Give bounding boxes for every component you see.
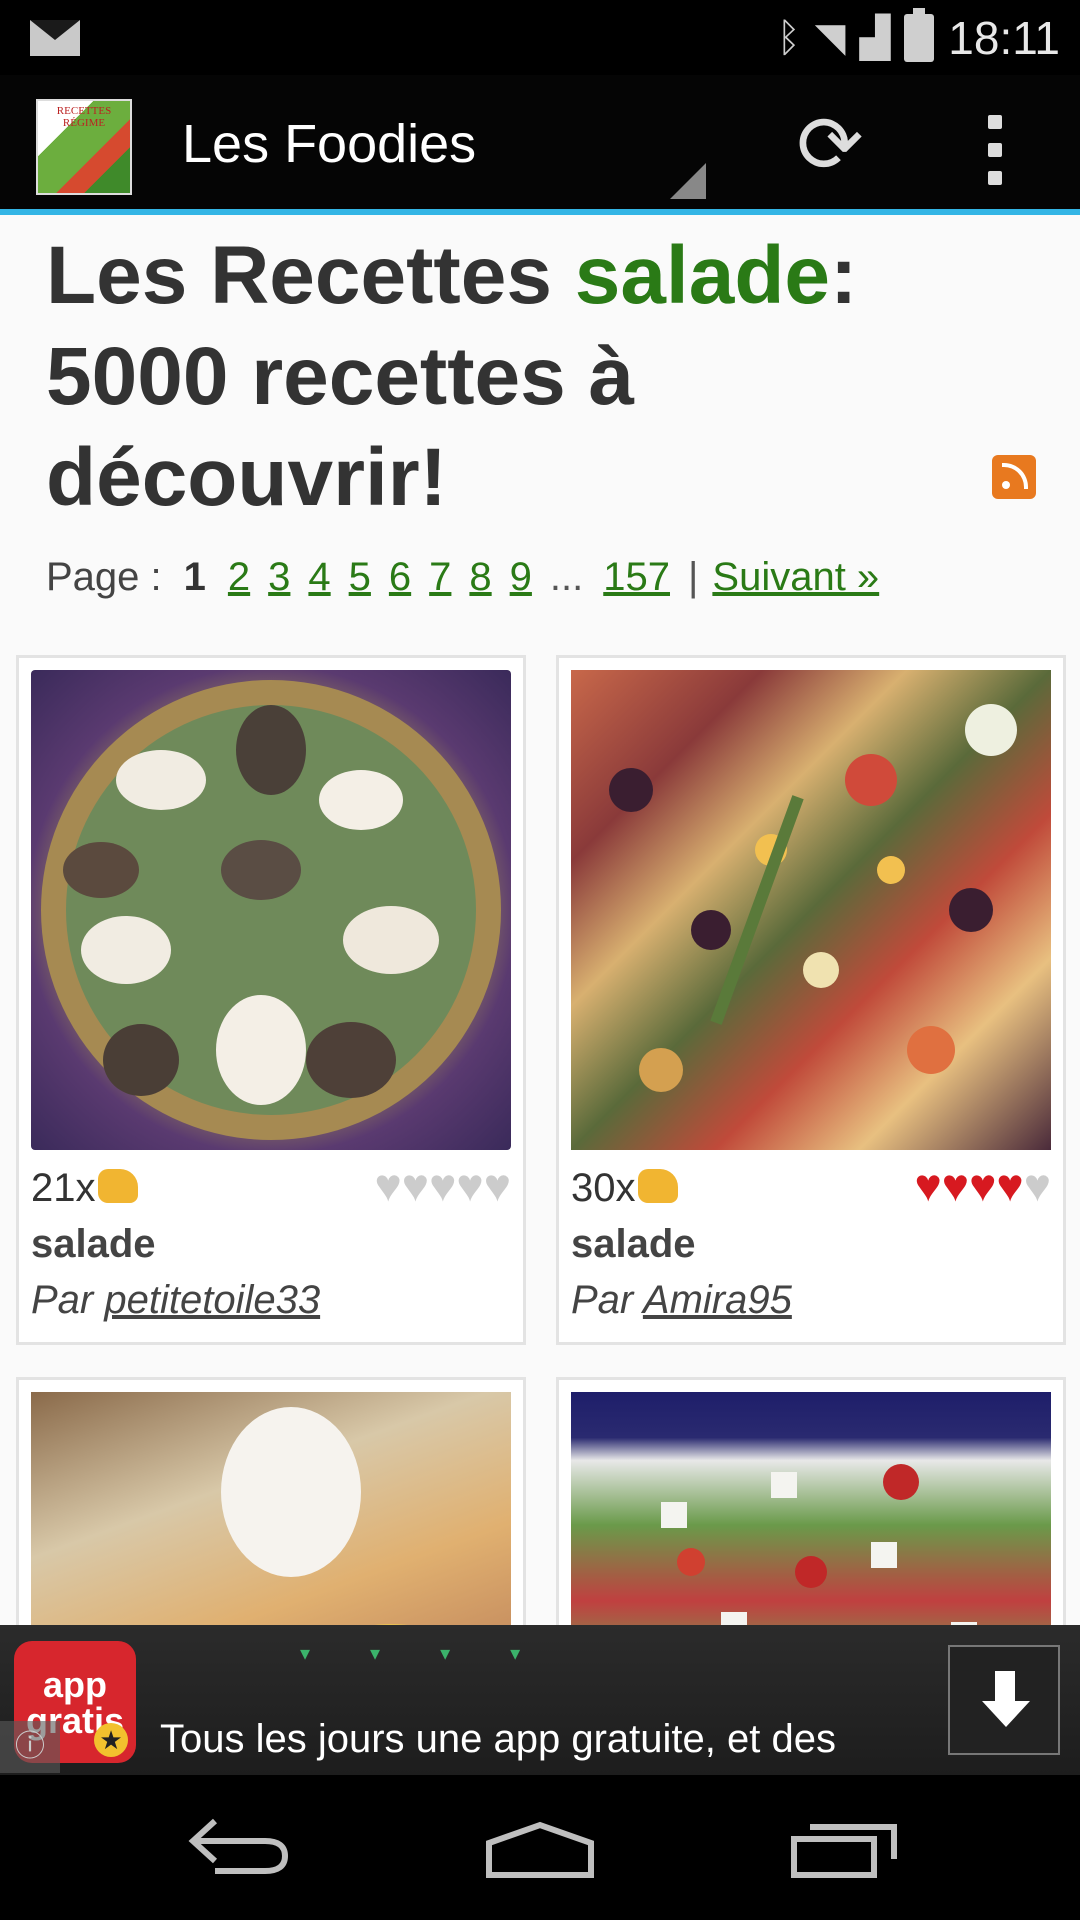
back-icon[interactable] [185, 1811, 295, 1892]
app-logo[interactable]: RECETTES RÉGIME [36, 99, 132, 195]
heart-icon: ♥ [429, 1159, 457, 1211]
clock: 18:11 [948, 12, 1060, 64]
star-icon: ★ [94, 1723, 128, 1757]
rss-feed-icon[interactable] [992, 455, 1036, 499]
author-link[interactable]: Amira95 [643, 1278, 792, 1322]
pager-label: Page : [46, 555, 162, 599]
recipe-photo[interactable] [31, 670, 511, 1150]
gmail-notification-icon [30, 20, 80, 56]
status-bar: ᛒ ◥ ▟ 18:11 [0, 0, 1080, 75]
egg-illustration [221, 1407, 408, 1625]
vote-count-text: 21x [31, 1166, 96, 1210]
author-prefix: Par [31, 1278, 94, 1322]
headline-part1: Les Recettes [46, 230, 575, 321]
heart-icon: ♥ [401, 1159, 430, 1211]
battery-icon [904, 8, 935, 62]
heart-icon: ♥ [1023, 1159, 1051, 1211]
salad-illustration [41, 680, 501, 1140]
recipe-title[interactable]: salade [31, 1222, 156, 1267]
thumbs-up-icon [97, 1169, 138, 1203]
recipe-author: Par petitetoile33 [31, 1278, 320, 1323]
headline-accent: salade [574, 230, 831, 321]
recents-icon[interactable] [790, 1819, 900, 1879]
web-content[interactable]: Les Recettes salade: 5000 recettes à déc… [0, 215, 1080, 1625]
pager-link[interactable]: 4 [308, 555, 330, 600]
recipe-card[interactable] [16, 1377, 526, 1625]
signal-icon: ▟ [859, 16, 891, 60]
refresh-icon[interactable]: ⟳ [790, 105, 870, 185]
pager-link[interactable]: 8 [469, 555, 491, 600]
pager-next-link[interactable]: Suivant » [712, 555, 879, 600]
salad-illustration [609, 704, 1017, 1092]
overflow-menu-icon[interactable] [985, 115, 1005, 185]
pager-link[interactable]: 7 [429, 555, 451, 600]
author-prefix: Par [571, 1278, 634, 1322]
app-title[interactable]: Les Foodies [182, 113, 476, 175]
ad-text[interactable]: Tous les jours une app gratuite, et des [160, 1717, 836, 1762]
pager-separator: | [688, 555, 699, 599]
ad-decoration: ▾▾▾▾ [300, 1643, 581, 1665]
page-title: Les Recettes salade: 5000 recettes à déc… [46, 225, 946, 528]
salad-illustration [661, 1464, 977, 1625]
author-link[interactable]: petitetoile33 [104, 1278, 320, 1322]
vote-count-text: 30x [571, 1166, 636, 1210]
heart-icon: ♥ [483, 1159, 511, 1211]
home-icon[interactable] [485, 1819, 595, 1879]
recipe-photo[interactable] [571, 1392, 1051, 1625]
pager-current: 1 [183, 555, 206, 599]
recipe-photo[interactable] [571, 670, 1051, 1150]
recipe-title[interactable]: salade [571, 1222, 696, 1267]
heart-icon: ♥ [969, 1159, 997, 1211]
recipe-card[interactable] [556, 1377, 1066, 1625]
pagination: Page : 1 2 3 4 5 6 7 8 9 ... 157 | Suiva… [46, 555, 897, 600]
status-icons: ᛒ ◥ ▟ 18:11 [777, 8, 1060, 68]
vote-count: 30x [571, 1166, 678, 1211]
heart-icon: ♥ [996, 1159, 1024, 1211]
pager-link[interactable]: 3 [268, 555, 290, 600]
download-button[interactable] [948, 1645, 1060, 1755]
recipe-card[interactable]: 21x ♥ ♥ ♥ ♥ ♥ salade Par petitetoile33 [16, 655, 526, 1345]
pager-link[interactable]: 6 [389, 555, 411, 600]
pager-link[interactable]: 9 [510, 555, 532, 600]
recipe-author: Par Amira95 [571, 1278, 792, 1323]
spinner-dropdown-indicator[interactable] [670, 163, 706, 199]
rating-hearts: ♥ ♥ ♥ ♥ ♥ [374, 1160, 511, 1210]
vote-count: 21x [31, 1166, 138, 1211]
heart-icon: ♥ [374, 1159, 402, 1211]
wifi-icon: ◥ [814, 16, 846, 60]
pager-link[interactable]: 5 [349, 555, 371, 600]
ad-banner[interactable]: app gratis ★ ⓘ ▾▾▾▾ Tous les jours une a… [0, 1625, 1080, 1775]
recipe-card[interactable]: 30x ♥ ♥ ♥ ♥ ♥ salade Par Amira95 [556, 655, 1066, 1345]
navigation-bar [0, 1775, 1080, 1920]
rating-hearts: ♥ ♥ ♥ ♥ ♥ [914, 1160, 1051, 1210]
logo-text: RECETTES RÉGIME [56, 105, 112, 129]
thumbs-up-icon [637, 1169, 678, 1203]
pager-link[interactable]: 2 [228, 555, 250, 600]
heart-icon: ♥ [456, 1159, 484, 1211]
action-bar: RECETTES RÉGIME Les Foodies ⟳ [0, 75, 1080, 215]
bluetooth-icon: ᛒ [776, 16, 801, 60]
heart-icon: ♥ [914, 1159, 942, 1211]
pager-last-link[interactable]: 157 [603, 555, 670, 600]
recipe-photo[interactable] [31, 1392, 511, 1625]
pager-ellipsis: ... [549, 555, 584, 599]
info-icon[interactable]: ⓘ [0, 1721, 60, 1773]
heart-icon: ♥ [941, 1159, 970, 1211]
